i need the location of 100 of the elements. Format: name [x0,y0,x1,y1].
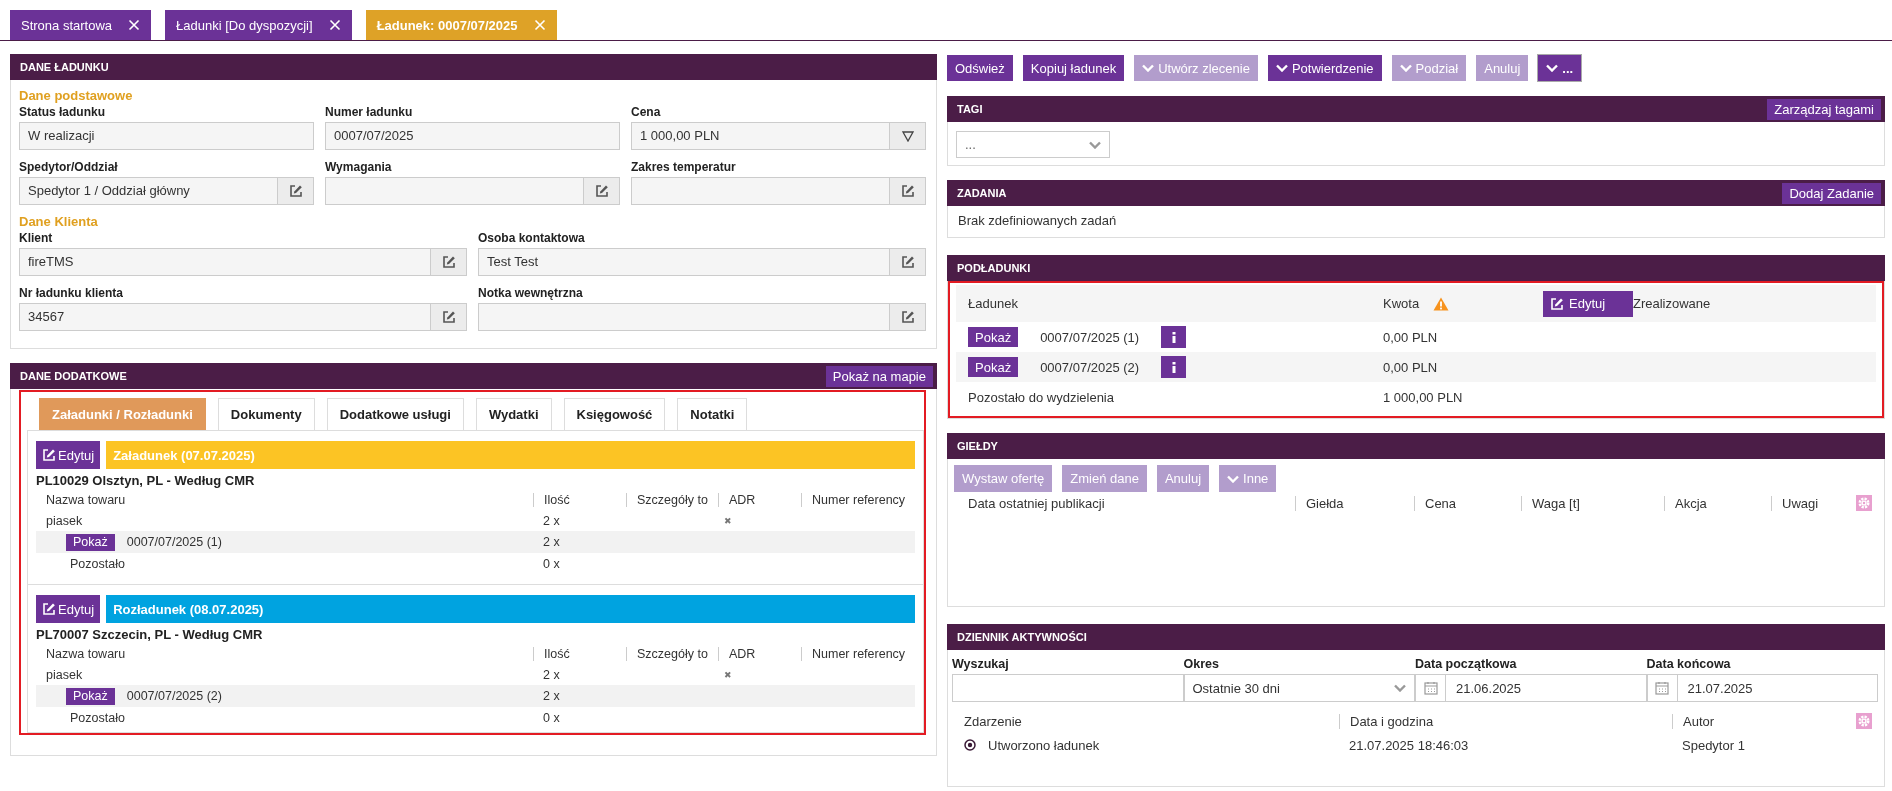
field-label: Osoba kontaktowa [478,230,586,246]
input-field[interactable] [478,303,890,331]
tab[interactable]: Wydatki [475,398,552,430]
input-field[interactable]: Test Test [478,248,890,276]
input-field[interactable]: 34567 [19,303,431,331]
close-icon [328,19,341,31]
panel-title: TAGI [957,103,983,115]
calendar-icon [1655,681,1669,695]
show-button[interactable]: Pokaż [66,687,115,705]
field-label: Data końcowa [1646,656,1732,672]
input-field[interactable]: W realizacji [19,122,314,150]
period-select[interactable]: Ostatnie 30 dni [1183,674,1415,702]
input-field[interactable]: Spedytor 1 / Oddział główny [19,177,278,205]
table-cell-text: 0,00 PLN [1383,329,1439,345]
column-header: Nazwa towaru [45,492,127,507]
tab[interactable]: Dokumenty [217,398,315,430]
edit-button[interactable] [431,248,467,276]
action-button[interactable]: ... [1538,55,1582,81]
edit-button[interactable] [890,303,926,331]
table-cell-text: Pozostało [69,556,126,571]
pencil-icon [900,184,915,198]
search-field[interactable] [952,674,1184,702]
column-header: Szczegóły to [626,646,718,661]
table-cell-text: 2 x [542,513,561,528]
column-header: Data i godzina [1339,713,1672,729]
select-value: ... [965,137,976,152]
tab[interactable]: Dodatkowe usługi [326,398,464,430]
edit-button[interactable]: Edytuj [1543,290,1633,317]
select-value: Ostatnie 30 dni [1192,680,1280,696]
table-cell-text: 2 x [542,535,561,549]
field-label: Notka wewnętrzna [478,285,584,301]
table-cell-text: 21.07.2025 18:46:03 [1348,737,1470,753]
table-cell-text: ✖ [723,515,733,526]
edit-button[interactable]: Edytuj [36,441,101,469]
close-icon [533,19,546,31]
table-cell-text: 2 x [542,667,561,682]
tab[interactable]: Księgowość [563,398,666,430]
panel-title: DANE DODATKOWE [20,370,127,382]
date-value: 21.06.2025 [1455,680,1522,696]
pencil-icon [1550,296,1564,311]
settings-icon[interactable] [1856,495,1872,511]
tab-label: Strona startowa [21,17,113,33]
edit-button[interactable] [890,248,926,276]
input-field[interactable] [325,177,584,205]
column-header: Zrealizowane [1633,296,1711,311]
table-cell: 0007/07/2025 (2) [126,689,222,703]
table-cell-text: ✖ [723,669,733,680]
show-button[interactable]: Pokaż [66,533,115,551]
info-button[interactable] [1161,326,1187,348]
edit-button[interactable] [584,177,620,205]
section-heading: Dane Klienta [19,214,99,230]
tag-select[interactable]: ... [956,131,1110,158]
column-header: Szczegóły to [626,492,718,507]
show-button[interactable]: Pokaż [968,327,1019,347]
filter-icon [901,130,914,142]
edit-button[interactable] [890,177,926,205]
field-label: Wyszukaj [952,656,1010,672]
stop-banner: Rozładunek (08.07.2025) [106,595,915,623]
pencil-icon [594,184,609,198]
column-header: Ilość [533,492,626,507]
info-button[interactable] [1161,356,1187,378]
header-button[interactable]: Dodaj Zadanie [1782,182,1881,204]
field-label: Cena [631,104,662,120]
stop-address: PL70007 Szczecin, PL - Według CMR [36,627,264,642]
date-value: 21.07.2025 [1686,680,1753,696]
header-button[interactable]: Zarządzaj tagami [1767,98,1881,120]
edit-button[interactable] [278,177,314,205]
tab[interactable]: Ładunki [Do dyspozycji] [165,10,352,40]
action-button[interactable]: Kopiuj ładunek [1022,55,1125,81]
action-button[interactable]: Odśwież [947,55,1013,81]
show-button[interactable]: Pokaż [968,357,1019,377]
date-field[interactable]: 21.06.2025 [1415,674,1647,702]
column-header: Waga [t] [1521,495,1664,511]
table-cell-text: 0,00 PLN [1383,359,1439,375]
column-header: Akcja [1664,495,1771,511]
column-header: Numer referency [801,646,915,661]
column-header: Data ostatniej publikacji [968,495,1106,511]
input-field[interactable]: 1 000,00 PLN [631,122,890,150]
table-cell-text: 2 x [542,689,561,703]
header-button[interactable]: Pokaż na mapie [825,365,933,387]
filter-button[interactable] [890,122,926,150]
date-field[interactable]: 21.07.2025 [1646,674,1878,702]
table-cell-text: Pozostało do wydzielenia [968,389,1115,405]
settings-icon[interactable] [1856,713,1872,729]
edit-button[interactable]: Edytuj [36,595,101,623]
section-heading: Dane podstawowe [19,88,134,104]
pencil-icon [900,310,915,324]
tab-label: Ładunki [Do dyspozycji] [176,17,313,33]
input-field[interactable]: fireTMS [19,248,431,276]
input-field[interactable]: 0007/07/2025 [325,122,620,150]
action-button[interactable]: Potwierdzenie [1267,55,1382,81]
table-cell-text: piasek [45,513,84,528]
pencil-icon [42,602,56,616]
panel-title: DANE ŁADUNKU [20,61,109,73]
edit-button[interactable] [431,303,467,331]
tab[interactable]: Strona startowa [10,10,152,40]
input-field[interactable] [631,177,890,205]
field-label: Zakres temperatur [631,159,737,175]
column-header: ADR [718,646,801,661]
tab[interactable]: Notatki [677,398,748,430]
